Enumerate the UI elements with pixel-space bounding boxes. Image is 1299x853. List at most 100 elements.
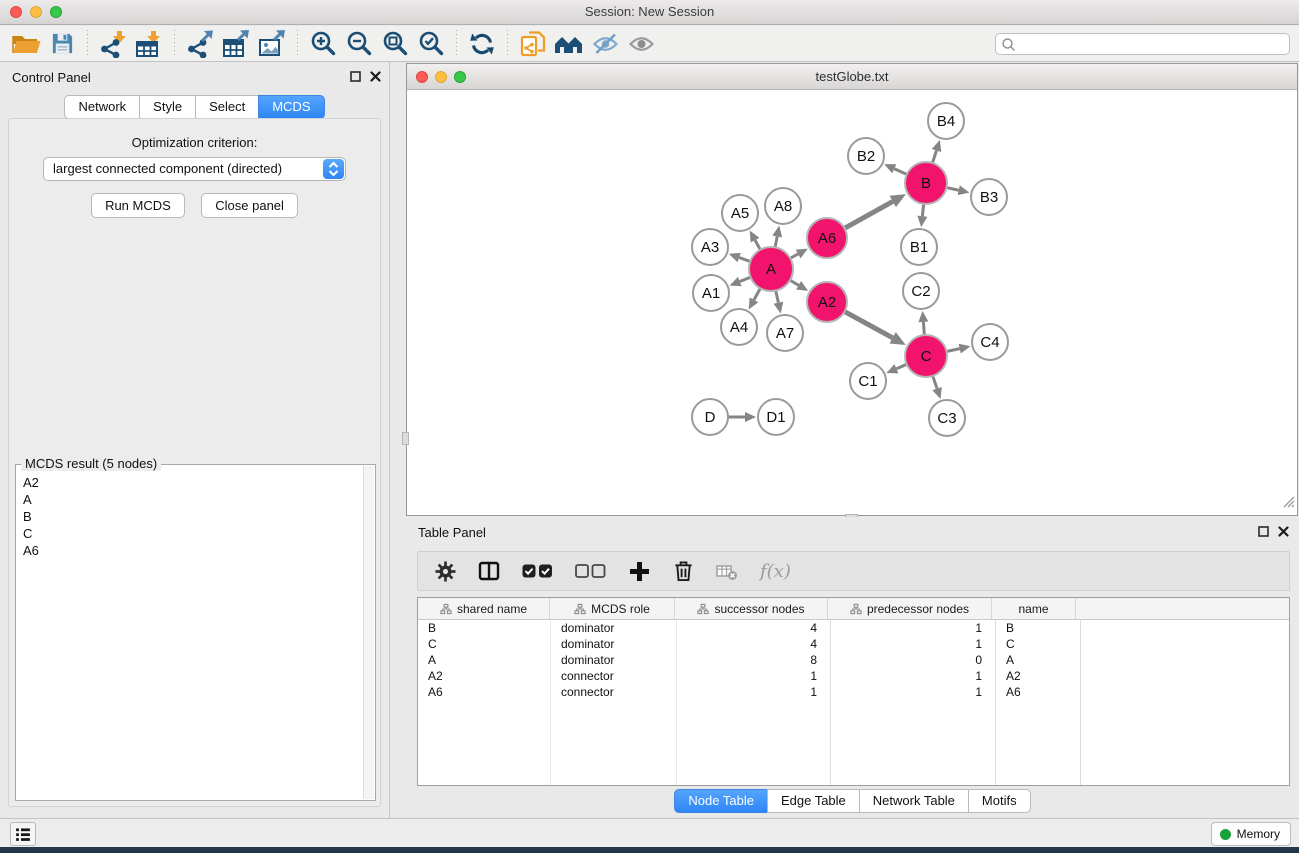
zoom-out-button[interactable] (341, 28, 377, 60)
function-builder-button[interactable]: f(x) (760, 561, 791, 582)
tab-network[interactable]: Network (64, 95, 140, 119)
tab-network-table[interactable]: Network Table (859, 789, 969, 813)
export-network-button[interactable] (182, 28, 218, 60)
tab-style[interactable]: Style (139, 95, 196, 119)
node-A1[interactable]: A1 (693, 275, 729, 311)
node-B1[interactable]: B1 (901, 229, 937, 265)
mcds-result-item[interactable]: A2 (17, 474, 362, 491)
show-column-button[interactable] (478, 561, 500, 581)
node-B2[interactable]: B2 (848, 138, 884, 174)
node-D[interactable]: D (692, 399, 728, 435)
show-all-button[interactable] (623, 28, 659, 60)
edge-B-B3[interactable] (946, 188, 958, 191)
float-panel-icon[interactable] (1258, 526, 1269, 537)
edge-A2-C[interactable] (845, 312, 893, 338)
node-A8[interactable]: A8 (765, 188, 801, 224)
edge-B-B2[interactable] (894, 169, 907, 175)
node-C4[interactable]: C4 (972, 324, 1008, 360)
splitpane-handle[interactable] (402, 432, 409, 445)
open-session-button[interactable] (8, 28, 44, 60)
new-network-from-selection-button[interactable] (515, 28, 551, 60)
zoom-fit-button[interactable] (377, 28, 413, 60)
node-A5[interactable]: A5 (722, 195, 758, 231)
import-network-button[interactable] (95, 28, 131, 60)
network-canvas[interactable]: B4 B2 B B3 A8A5 A6 A3 B1 A C2 A1 A2 A4 A7 C4 C C1 D D1 C3 (407, 90, 1297, 515)
deselect-all-rows-button[interactable] (575, 563, 606, 579)
node-B3[interactable]: B3 (971, 179, 1007, 215)
task-history-button[interactable] (10, 822, 36, 846)
node-C1[interactable]: C1 (850, 363, 886, 399)
export-image-button[interactable] (254, 28, 290, 60)
edge-A-A1[interactable] (740, 277, 751, 281)
zoom-in-button[interactable] (305, 28, 341, 60)
edge-A-A4[interactable] (754, 288, 760, 300)
edge-C-C3[interactable] (933, 376, 937, 389)
edge-C-C2[interactable] (923, 322, 924, 335)
close-panel-icon[interactable] (370, 71, 381, 82)
node-A6[interactable]: A6 (807, 218, 847, 258)
tab-mcds[interactable]: MCDS (258, 95, 324, 119)
mcds-result-item[interactable]: A (17, 491, 362, 508)
table-row[interactable]: A2connector11A2 (418, 668, 1289, 684)
table-row[interactable]: Cdominator41C (418, 636, 1289, 652)
run-mcds-button[interactable]: Run MCDS (91, 193, 185, 218)
node-C[interactable]: C (905, 335, 947, 377)
search-input[interactable] (995, 33, 1290, 55)
tab-edge-table[interactable]: Edge Table (767, 789, 860, 813)
edge-A-A6[interactable] (790, 254, 798, 258)
first-neighbors-button[interactable] (551, 28, 587, 60)
mcds-result-item[interactable]: A6 (17, 542, 362, 559)
table-row[interactable]: Adominator80A (418, 652, 1289, 668)
node-B4[interactable]: B4 (928, 103, 964, 139)
edge-A-A3[interactable] (739, 258, 750, 262)
tab-node-table[interactable]: Node Table (674, 789, 768, 813)
delete-row-button[interactable] (672, 560, 694, 582)
import-table-button[interactable] (131, 28, 167, 60)
edge-C-C4[interactable] (947, 349, 960, 352)
column-header-successor-nodes[interactable]: successor nodes (675, 598, 828, 619)
zoom-selected-button[interactable] (413, 28, 449, 60)
column-header-shared-name[interactable]: shared name (418, 598, 550, 619)
edge-C-C1[interactable] (896, 364, 906, 368)
close-panel-icon[interactable] (1278, 526, 1289, 537)
edge-B-B1[interactable] (922, 204, 923, 216)
edge-A-A7[interactable] (776, 290, 779, 302)
node-A3[interactable]: A3 (692, 229, 728, 265)
node-A[interactable]: A (749, 247, 793, 291)
node-C2[interactable]: C2 (903, 273, 939, 309)
mcds-result-scrollbar[interactable] (363, 466, 374, 799)
edge-A-A8[interactable] (775, 236, 777, 247)
edge-A6-B[interactable] (844, 201, 892, 228)
edge-B-B4[interactable] (932, 151, 936, 164)
tab-select[interactable]: Select (195, 95, 259, 119)
optimization-criterion-select[interactable]: largest connected component (directed) (43, 157, 346, 181)
table-settings-button[interactable] (434, 561, 456, 582)
node-B[interactable]: B (905, 162, 947, 204)
apply-layout-button[interactable] (464, 28, 500, 60)
table-row[interactable]: Bdominator41B (418, 620, 1289, 636)
memory-button[interactable]: Memory (1211, 822, 1291, 846)
mcds-result-item[interactable]: B (17, 508, 362, 525)
node-A2[interactable]: A2 (807, 282, 847, 322)
tab-motifs[interactable]: Motifs (968, 789, 1031, 813)
node-A4[interactable]: A4 (721, 309, 757, 345)
edge-A-A5[interactable] (755, 240, 760, 250)
delete-table-button[interactable] (716, 562, 738, 581)
node-C3[interactable]: C3 (929, 400, 965, 436)
resize-grip-icon[interactable] (1282, 495, 1296, 514)
column-header-mcds-role[interactable]: MCDS role (550, 598, 675, 619)
mcds-result-item[interactable]: C (17, 525, 362, 542)
table-row[interactable]: A6connector11A6 (418, 684, 1289, 700)
save-session-button[interactable] (44, 28, 80, 60)
column-header-name[interactable]: name (992, 598, 1076, 619)
column-header-predecessor-nodes[interactable]: predecessor nodes (828, 598, 992, 619)
select-all-rows-button[interactable] (522, 563, 553, 579)
node-A7[interactable]: A7 (767, 315, 803, 351)
add-row-button[interactable] (628, 561, 650, 582)
edge-A-A2[interactable] (790, 280, 799, 285)
hide-selected-button[interactable] (587, 28, 623, 60)
close-panel-button[interactable]: Close panel (201, 193, 298, 218)
export-table-button[interactable] (218, 28, 254, 60)
node-D1[interactable]: D1 (758, 399, 794, 435)
float-panel-icon[interactable] (350, 71, 361, 82)
